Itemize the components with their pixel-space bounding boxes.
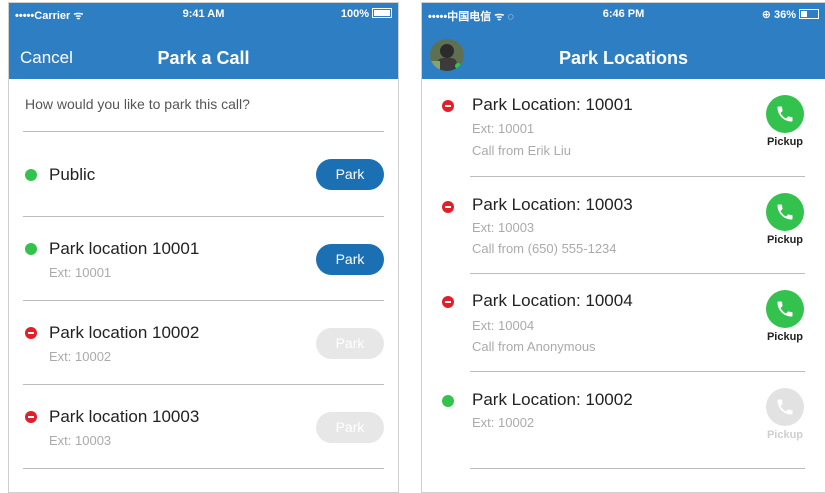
park-location-10004: Park Location: 10004 Ext: 10004 Call fro… [422, 274, 825, 371]
location-caller: Call from Erik Liu [472, 143, 571, 158]
location-ext: Ext: 10003 [472, 220, 535, 235]
nav-bar: •••••中国电信 ᯤ ◌ 6:46 PM ⊕ 36% Park Locatio… [422, 3, 825, 79]
park-prompt: How would you like to park this call? [25, 96, 250, 112]
phone-handset-icon [766, 290, 804, 328]
pickup-button[interactable]: Pickup [755, 193, 815, 246]
park-location-10003: Park Location: 10003 Ext: 10003 Call fro… [422, 177, 825, 274]
location-ext: Ext: 10001 [472, 121, 535, 136]
pickup-label: Pickup [766, 136, 804, 148]
park-button-disabled: Park [316, 412, 384, 443]
status-bar: •••••Carrier ᯤ 9:41 AM 100% [9, 3, 398, 25]
phone-handset-icon [766, 193, 804, 231]
battery-indicator: ⊕ 36% [762, 8, 819, 21]
status-bar: •••••中国电信 ᯤ ◌ 6:46 PM ⊕ 36% [422, 3, 825, 25]
pickup-label: Pickup [766, 429, 804, 441]
busy-status-icon [25, 327, 37, 339]
nav-bar: •••••Carrier ᯤ 9:41 AM 100% Cancel Park … [9, 3, 398, 79]
location-title: Park Location: 10003 [472, 195, 633, 214]
location-caller: Call from Anonymous [472, 339, 596, 354]
park-option-public: Public Park [9, 132, 398, 216]
option-ext: Ext: 10001 [49, 265, 112, 280]
park-option-10002: Park location 10002 Ext: 10002 Park [9, 301, 398, 385]
park-button-disabled: Park [316, 328, 384, 359]
location-caller: Call from (650) 555-1234 [472, 241, 617, 256]
location-title: Park Location: 10002 [472, 390, 633, 409]
location-ext: Ext: 10002 [472, 415, 535, 430]
option-ext: Ext: 10003 [49, 433, 112, 448]
page-title: Park a Call [157, 48, 250, 68]
available-status-icon [25, 243, 37, 255]
busy-status-icon [442, 296, 454, 308]
pickup-label: Pickup [766, 331, 804, 343]
phone-handset-icon [766, 95, 804, 133]
clock-label: 9:41 AM [182, 8, 225, 20]
battery-percent: ⊕ 36% [761, 9, 796, 21]
available-status-icon [442, 395, 454, 407]
page-title: Park Locations [558, 48, 689, 68]
park-a-call-screen: •••••Carrier ᯤ 9:41 AM 100% Cancel Park … [8, 2, 399, 493]
park-option-10001: Park location 10001 Ext: 10001 Park [9, 217, 398, 301]
divider [23, 468, 384, 469]
location-ext: Ext: 10004 [472, 318, 535, 333]
park-location-10002: Park Location: 10002 Ext: 10002 Pickup [422, 372, 825, 469]
park-locations-screen: •••••中国电信 ᯤ ◌ 6:46 PM ⊕ 36% Park Locatio… [421, 2, 825, 493]
battery-percent: 100% [340, 8, 369, 20]
battery-indicator: 100% [341, 8, 392, 20]
option-title: Park location 10002 [49, 323, 200, 342]
pickup-button-disabled: Pickup [755, 388, 815, 441]
option-title: Public [49, 165, 96, 184]
location-title: Park Location: 10004 [472, 291, 633, 310]
park-button[interactable]: Park [316, 159, 384, 190]
busy-status-icon [442, 201, 454, 213]
option-title: Park location 10003 [49, 407, 200, 426]
park-button[interactable]: Park [316, 244, 384, 275]
option-ext: Ext: 10002 [49, 349, 112, 364]
pickup-button[interactable]: Pickup [755, 95, 815, 148]
park-location-10001: Park Location: 10001 Ext: 10001 Call fro… [422, 79, 825, 176]
pickup-button[interactable]: Pickup [755, 290, 815, 343]
busy-status-icon [25, 411, 37, 423]
pickup-label: Pickup [766, 234, 804, 246]
phone-handset-icon [766, 388, 804, 426]
location-title: Park Location: 10001 [472, 95, 633, 114]
park-option-10003: Park location 10003 Ext: 10003 Park [9, 385, 398, 469]
busy-status-icon [442, 100, 454, 112]
divider [470, 468, 805, 469]
battery-icon [799, 9, 819, 19]
battery-icon [372, 8, 392, 18]
option-title: Park location 10001 [49, 239, 200, 258]
available-status-icon [25, 169, 37, 181]
